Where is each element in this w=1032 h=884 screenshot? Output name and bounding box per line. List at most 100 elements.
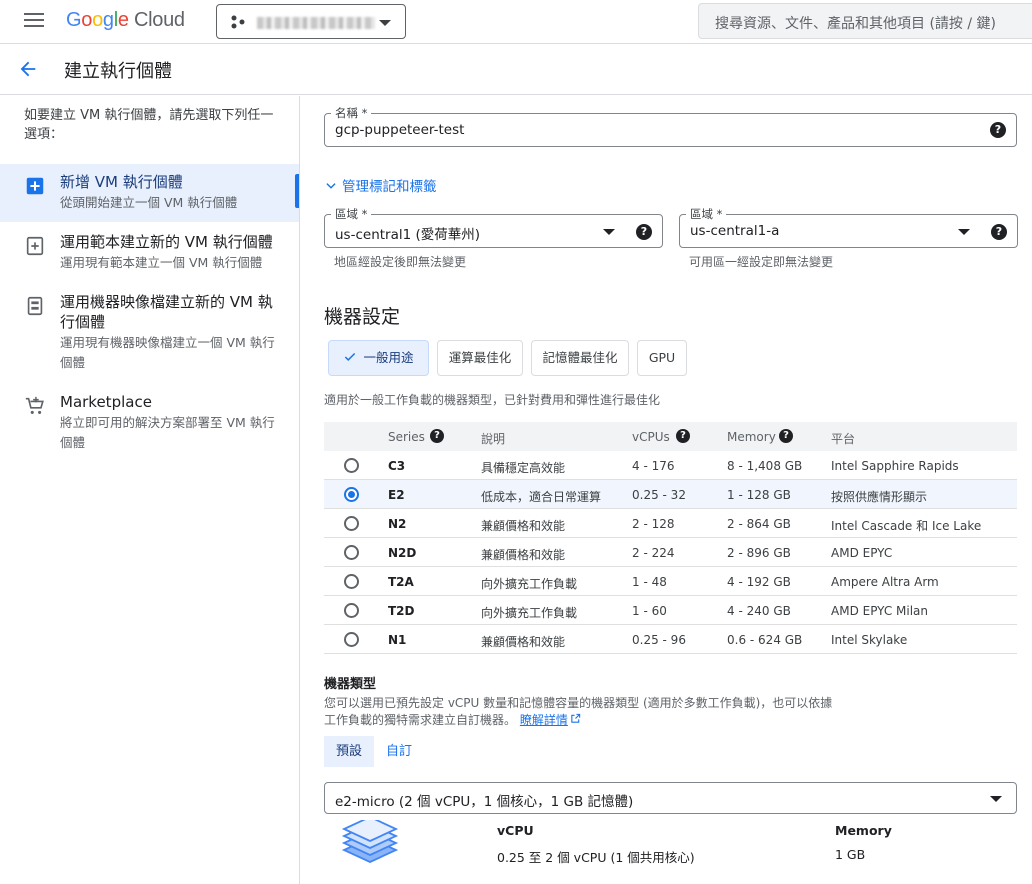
sidebar-item-from-template[interactable]: 運用範本建立新的 VM 執行個體 運用現有範本建立一個 VM 執行個體	[0, 224, 299, 280]
sidebar-item-title: 運用範本建立新的 VM 執行個體	[60, 233, 273, 251]
series-cell: N2	[388, 517, 407, 531]
description-cell: 兼顧價格和效能	[481, 635, 566, 649]
series-radio[interactable]	[344, 574, 359, 589]
name-field[interactable]: 名稱 * gcp-puppeteer-test ?	[324, 105, 1017, 147]
zone-hint: 可用區一經設定即無法變更	[689, 255, 834, 269]
series-table: Series ? 說明 vCPUs ? Memory ? 平台 C3 具備穩定高效…	[324, 422, 1017, 654]
back-arrow-icon[interactable]	[17, 58, 39, 80]
series-radio[interactable]	[344, 632, 359, 647]
learn-more-link[interactable]: 瞭解詳情	[520, 713, 581, 727]
col-series: Series	[388, 430, 425, 444]
table-header: Series ? 說明 vCPUs ? Memory ? 平台	[324, 422, 1017, 451]
description-cell: 具備穩定高效能	[481, 461, 566, 475]
help-icon[interactable]: ?	[430, 429, 444, 443]
table-row[interactable]: N1 兼顧價格和效能 0.25 - 96 0.6 - 624 GB Intel Skyl…	[324, 625, 1017, 654]
series-radio[interactable]	[344, 545, 359, 560]
page-header: 建立執行個體	[0, 44, 1032, 95]
creation-options-sidebar: 如要建立 VM 執行個體，請先選取下列任一選項： 新增 VM 執行個體 從頭開始…	[0, 96, 300, 884]
vcpus-cell: 2 - 224	[632, 546, 675, 560]
col-vcpus: vCPUs	[632, 430, 670, 444]
help-icon[interactable]: ?	[779, 429, 793, 443]
series-radio[interactable]	[344, 458, 359, 473]
project-picker[interactable]	[216, 4, 406, 39]
region-value: us-central1 (愛荷華州)	[335, 227, 481, 243]
col-memory: Memory	[727, 430, 776, 444]
series-radio[interactable]	[344, 603, 359, 618]
vcpus-cell: 1 - 60	[632, 604, 667, 618]
family-description: 適用於一般工作負載的機器類型，已針對費用和彈性進行最佳化	[324, 393, 661, 407]
vcpu-value: 0.25 至 2 個 vCPU (1 個共用核心)	[497, 850, 695, 865]
page-title: 建立執行個體	[64, 61, 172, 82]
region-label: 區域 *	[331, 206, 372, 222]
table-row[interactable]: C3 具備穩定高效能 4 - 176 8 - 1,408 GB Intel Sapphi…	[324, 451, 1017, 480]
menu-icon[interactable]	[24, 13, 44, 29]
cart-icon	[25, 396, 44, 414]
manage-labels-link[interactable]: 管理標記和標籤	[324, 175, 437, 195]
vcpus-cell: 4 - 176	[632, 459, 675, 473]
table-row[interactable]: N2D 兼顧價格和效能 2 - 224 2 - 896 GB AMD EPYC	[324, 538, 1017, 567]
region-hint: 地區經設定後即無法變更	[334, 255, 467, 269]
family-chip-general[interactable]: 一般用途	[328, 340, 429, 376]
memory-cell: 4 - 240 GB	[727, 604, 791, 618]
chevron-down-icon	[326, 183, 336, 189]
memory-label: Memory	[835, 823, 892, 838]
col-description: 說明	[481, 432, 506, 446]
help-icon[interactable]: ?	[990, 122, 1006, 138]
machine-type-select[interactable]: e2-micro (2 個 vCPU，1 個核心，1 GB 記憶體)	[324, 782, 1017, 814]
description-cell: 向外擴充工作負載	[481, 577, 578, 591]
sidebar-item-marketplace[interactable]: Marketplace 將立即可用的解決方案部署至 VM 執行個體	[0, 384, 299, 454]
zone-value: us-central1-a	[690, 223, 780, 239]
sidebar-item-from-machine-image[interactable]: 運用機器映像檔建立新的 VM 執行個體 運用現有機器映像檔建立一個 VM 執行個…	[0, 284, 299, 374]
sidebar-item-new-vm[interactable]: 新增 VM 執行個體 從頭開始建立一個 VM 執行個體	[0, 164, 299, 222]
memory-cell: 8 - 1,408 GB	[727, 459, 803, 473]
learn-more-text: 瞭解詳情	[519, 713, 568, 727]
help-icon[interactable]: ?	[991, 224, 1007, 240]
machine-type-value: e2-micro (2 個 vCPU，1 個核心，1 GB 記憶體)	[335, 794, 634, 810]
search-input[interactable]: 搜尋資源、文件、產品和其他項目 (請按 / 鍵)	[698, 3, 1032, 39]
chevron-down-icon	[379, 20, 391, 26]
family-chip-memory[interactable]: 記憶體最佳化	[531, 340, 629, 376]
platform-cell: Ampere Altra Arm	[831, 575, 939, 589]
memory-value: 1 GB	[835, 847, 866, 862]
zone-select[interactable]: 區域 * us-central1-a ?	[679, 206, 1018, 248]
template-add-icon	[26, 236, 44, 256]
sidebar-item-subtitle: 運用現有範本建立一個 VM 執行個體	[60, 255, 263, 270]
table-body: C3 具備穩定高效能 4 - 176 8 - 1,408 GB Intel Sapphi…	[324, 451, 1017, 654]
manage-labels-text: 管理標記和標籤	[342, 179, 437, 195]
table-row[interactable]: T2D 向外擴充工作負載 1 - 60 4 - 240 GB AMD EPYC Mila…	[324, 596, 1017, 625]
machine-stack-icon	[341, 820, 399, 863]
zone-label: 區域 *	[686, 206, 727, 222]
sidebar-item-title: 運用機器映像檔建立新的 VM 執行個體	[60, 293, 273, 331]
name-label: 名稱 *	[331, 105, 372, 121]
google-cloud-logo[interactable]: Google Cloud	[66, 9, 185, 32]
description-cell: 兼顧價格和效能	[481, 548, 566, 562]
check-icon	[345, 352, 356, 361]
family-chip-compute[interactable]: 運算最佳化	[437, 340, 523, 376]
platform-cell: AMD EPYC Milan	[831, 604, 929, 618]
project-icon	[231, 15, 245, 29]
sidebar-item-title: Marketplace	[60, 393, 152, 411]
machine-config-title: 機器設定	[324, 306, 401, 328]
series-radio[interactable]	[344, 487, 359, 502]
sidebar-intro: 如要建立 VM 執行個體，請先選取下列任一選項：	[24, 108, 274, 142]
table-row[interactable]: E2 低成本，適合日常運算 0.25 - 32 1 - 128 GB 按照供應情形顯示	[324, 480, 1017, 509]
table-row[interactable]: T2A 向外擴充工作負載 1 - 48 4 - 192 GB Ampere Altra …	[324, 567, 1017, 596]
vcpus-cell: 0.25 - 96	[632, 633, 686, 647]
series-cell: E2	[388, 488, 405, 502]
tab-custom[interactable]: 自訂	[378, 736, 420, 767]
table-row[interactable]: N2 兼顧價格和效能 2 - 128 2 - 864 GB Intel Cascade …	[324, 509, 1017, 538]
series-cell: N2D	[388, 546, 417, 560]
description-cell: 向外擴充工作負載	[481, 606, 578, 620]
region-select[interactable]: 區域 * us-central1 (愛荷華州) ?	[324, 206, 663, 248]
series-radio[interactable]	[344, 516, 359, 531]
search-placeholder: 搜尋資源、文件、產品和其他項目 (請按 / 鍵)	[715, 16, 996, 32]
description-cell: 低成本，適合日常運算	[481, 490, 602, 504]
help-icon[interactable]: ?	[636, 224, 652, 240]
help-icon[interactable]: ?	[676, 429, 690, 443]
tab-preset[interactable]: 預設	[324, 736, 374, 767]
add-box-icon	[26, 177, 44, 195]
vcpus-cell: 2 - 128	[632, 517, 675, 531]
family-chip-gpu[interactable]: GPU	[637, 340, 687, 376]
col-platform: 平台	[831, 432, 856, 446]
platform-cell: AMD EPYC	[831, 546, 893, 560]
